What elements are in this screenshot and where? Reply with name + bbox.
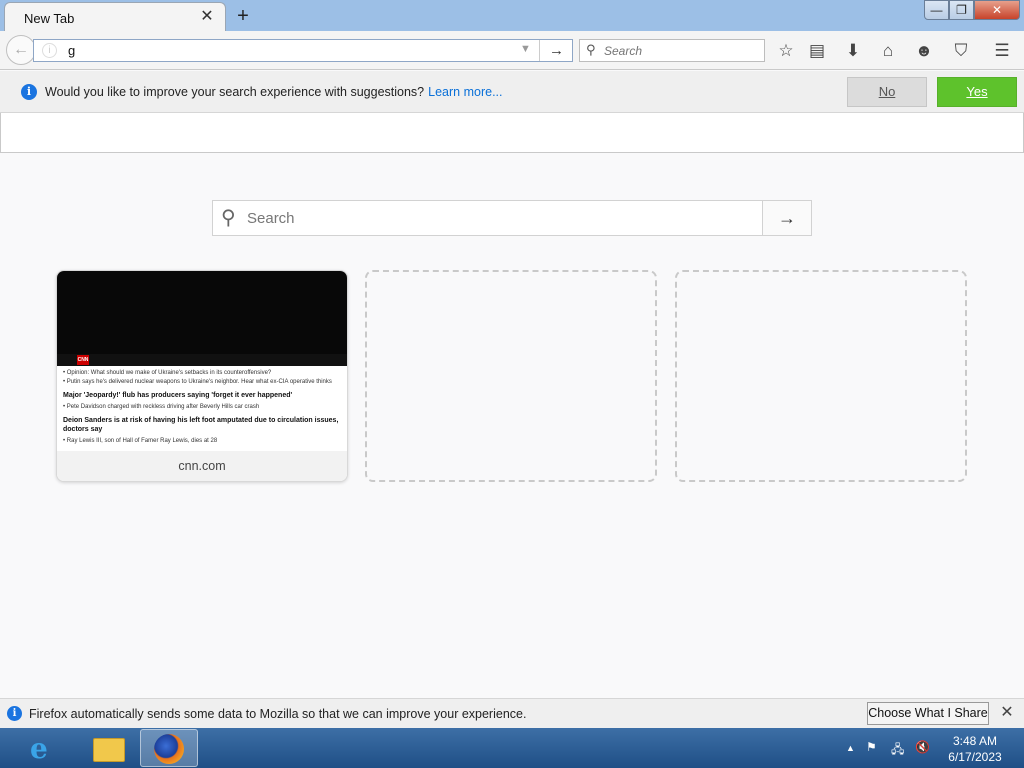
- home-icon[interactable]: ⌂: [876, 39, 900, 63]
- thumbnail-line: • Pete Davidson charged with reckless dr…: [63, 404, 260, 410]
- navigation-toolbar: ← i ▼ → ⚲: [0, 31, 1024, 70]
- search-icon: ⚲: [586, 42, 596, 57]
- tab-new-tab[interactable]: New Tab ✕: [4, 2, 226, 32]
- close-icon[interactable]: ✕: [998, 704, 1016, 722]
- search-go-button[interactable]: →: [762, 201, 811, 235]
- reading-list-icon[interactable]: ▤: [805, 39, 829, 63]
- empty-tile-slot: [675, 270, 967, 482]
- url-input[interactable]: [68, 40, 508, 61]
- yes-button[interactable]: Yes: [937, 77, 1017, 107]
- learn-more-link[interactable]: Learn more...: [428, 85, 502, 99]
- thumbnail-line: • Putin says he's delivered nuclear weap…: [63, 379, 332, 385]
- cnn-logo-icon: CNN: [77, 355, 89, 365]
- system-clock[interactable]: 3:48 AM 6/17/2023: [940, 733, 1010, 765]
- clock-time: 3:48 AM: [952, 734, 998, 748]
- thumbnail-text: • Opinion: What should we make of Ukrain…: [63, 369, 343, 446]
- thumbnail-line: • Ray Lewis III, son of Hall of Famer Ra…: [63, 438, 218, 444]
- thumbnail-line: • Opinion: What should we make of Ukrain…: [63, 370, 272, 376]
- firefox-icon: [154, 734, 184, 764]
- thumbnail-header: [57, 354, 347, 366]
- action-center-flag-icon[interactable]: ⚑: [866, 740, 877, 754]
- toolbar-search-box[interactable]: ⚲: [579, 39, 765, 62]
- new-tab-button[interactable]: +: [232, 5, 254, 27]
- no-button[interactable]: No: [847, 77, 927, 107]
- search-suggestions-notice: i Would you like to improve your search …: [0, 71, 1024, 113]
- back-button[interactable]: ←: [6, 35, 36, 65]
- maximize-button[interactable]: ❐: [949, 0, 974, 20]
- tab-close-icon[interactable]: ✕: [199, 9, 215, 25]
- hello-icon[interactable]: ☻: [912, 39, 936, 63]
- tab-title: New Tab: [24, 11, 75, 26]
- folder-icon: [93, 738, 125, 762]
- info-icon: i: [7, 706, 22, 721]
- data-notice-text: Firefox automatically sends some data to…: [29, 707, 527, 721]
- top-site-tile[interactable]: CNN • Opinion: What should we make of Uk…: [56, 270, 348, 482]
- volume-muted-icon[interactable]: 🔇: [915, 740, 930, 754]
- url-go-button[interactable]: →: [539, 40, 573, 61]
- newtab-search-input[interactable]: [247, 201, 757, 235]
- clock-date: 6/17/2023: [948, 750, 1002, 764]
- back-arrow-icon: ←: [13, 41, 29, 58]
- info-icon: i: [21, 84, 37, 100]
- history-dropdown-icon[interactable]: ▼: [520, 43, 531, 55]
- thumbnail-headline: Deion Sanders is at risk of having his l…: [63, 417, 339, 433]
- title-bar: New Tab ✕ + — ❐ ✕: [0, 0, 1024, 32]
- url-suggestions-panel: [0, 113, 1024, 153]
- taskbar-internet-explorer[interactable]: e: [18, 729, 76, 767]
- notice-text: Would you like to improve your search ex…: [45, 85, 502, 99]
- newtab-search-box[interactable]: ⚲ →: [212, 200, 812, 236]
- internet-explorer-icon: e: [30, 732, 48, 765]
- bookmark-star-icon[interactable]: ☆: [774, 39, 798, 63]
- pocket-icon[interactable]: ⛉: [949, 39, 973, 63]
- menu-icon[interactable]: ☰: [990, 39, 1014, 63]
- url-bar[interactable]: i ▼ →: [33, 39, 573, 62]
- empty-tile-slot: [365, 270, 657, 482]
- choose-what-i-share-button[interactable]: Choose What I Share: [867, 702, 989, 725]
- show-hidden-icons-icon[interactable]: ▲: [846, 743, 855, 753]
- minimize-button[interactable]: —: [924, 0, 949, 20]
- site-info-icon[interactable]: i: [42, 43, 57, 58]
- tile-thumbnail: [57, 271, 347, 354]
- taskbar-file-explorer[interactable]: [80, 729, 138, 767]
- thumbnail-headline: Major 'Jeopardy!' flub has producers say…: [63, 392, 293, 399]
- data-reporting-notice: i Firefox automatically sends some data …: [0, 698, 1024, 728]
- tile-label: cnn.com: [57, 451, 347, 481]
- toolbar-search-input[interactable]: [604, 40, 759, 61]
- search-icon: ⚲: [221, 207, 236, 229]
- download-icon[interactable]: ⬇: [841, 39, 865, 63]
- close-window-button[interactable]: ✕: [974, 0, 1020, 20]
- taskbar-firefox[interactable]: [140, 729, 198, 767]
- network-icon[interactable]: 🖧: [891, 740, 904, 761]
- notice-message: Would you like to improve your search ex…: [45, 85, 425, 99]
